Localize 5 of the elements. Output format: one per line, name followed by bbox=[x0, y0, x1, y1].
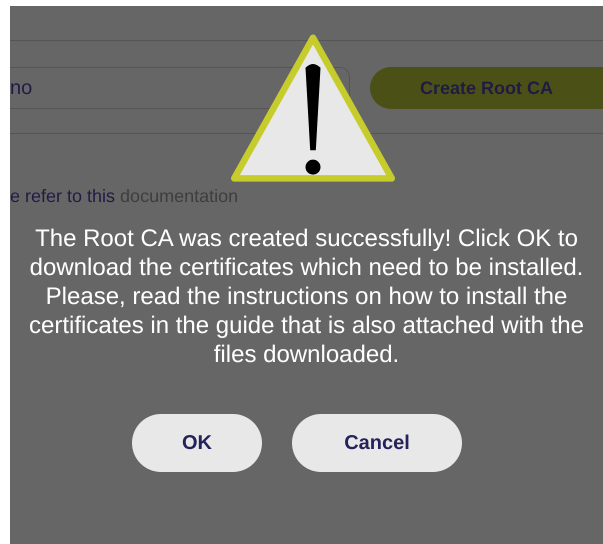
note-text: e refer to this bbox=[10, 186, 116, 207]
warning-icon bbox=[228, 34, 398, 184]
dialog-message: The Root CA was created successfully! Click OK to download the certificates which need to be installed. Please, read the instructions on how to install the certificates in the guide that is also attached with the files downloaded. bbox=[28, 224, 585, 369]
cancel-button[interactable]: Cancel bbox=[292, 414, 462, 472]
ok-button[interactable]: OK bbox=[132, 414, 262, 472]
